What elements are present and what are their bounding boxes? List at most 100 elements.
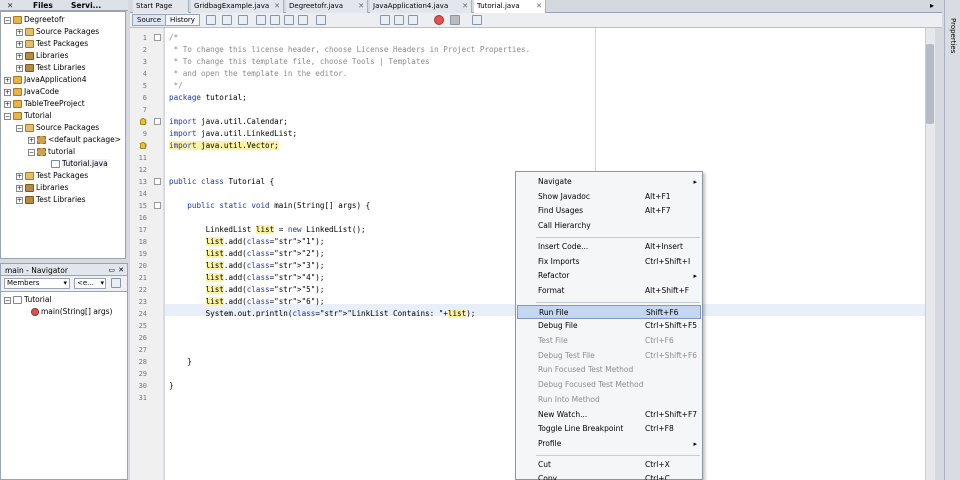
libraries-icon bbox=[25, 64, 34, 72]
menu-item-toggle-line-breakpoint[interactable]: Toggle Line Breakpoint Ctrl+F8 bbox=[517, 422, 701, 436]
menu-item-show-javadoc[interactable]: Show Javadoc Alt+F1 bbox=[517, 190, 701, 204]
collapse-icon[interactable]: − bbox=[4, 112, 11, 120]
menu-item-find-usages[interactable]: Find Usages Alt+F7 bbox=[517, 204, 701, 218]
line-number: 1 bbox=[142, 34, 147, 42]
project-tree-item[interactable]: + JavaApplication4 bbox=[4, 74, 87, 86]
navigator-item-method[interactable]: main(String[] args) bbox=[31, 306, 112, 318]
expand-icon[interactable]: + bbox=[4, 76, 11, 84]
expand-icon[interactable]: + bbox=[4, 88, 11, 96]
project-tree-item[interactable]: − Tutorial bbox=[4, 110, 52, 122]
tab-services[interactable]: Servi... bbox=[68, 0, 104, 11]
editor-tab[interactable]: Degreetofr.java ✕ bbox=[286, 0, 368, 13]
tab-scroll-icon[interactable]: ▸ bbox=[930, 1, 934, 10]
menu-item-label: Copy bbox=[538, 474, 558, 480]
fold-toggle-icon[interactable] bbox=[154, 34, 161, 41]
hint-bulb-icon[interactable] bbox=[140, 142, 146, 149]
close-icon[interactable]: ✕ bbox=[358, 0, 364, 12]
toggle-highlight-icon[interactable] bbox=[298, 15, 308, 25]
project-tree-item[interactable]: − Degreetofr bbox=[4, 14, 65, 26]
editor-tab[interactable]: GridbagExample.java ✕ bbox=[191, 0, 284, 13]
project-icon bbox=[13, 88, 22, 96]
menu-item-label: Show Javadoc bbox=[538, 191, 590, 201]
editor-tab[interactable]: JavaApplication4.java ✕ bbox=[370, 0, 472, 13]
shift-left-icon[interactable] bbox=[380, 15, 390, 25]
menu-item-debug-file[interactable]: Debug File Ctrl+Shift+F5 bbox=[517, 319, 701, 333]
expand-icon[interactable]: + bbox=[16, 172, 23, 180]
expand-icon[interactable]: + bbox=[16, 184, 23, 192]
navigator-options-icon[interactable] bbox=[111, 278, 121, 288]
filter-dropdown[interactable]: <e... ▾ bbox=[74, 278, 106, 289]
stop-macro-icon[interactable] bbox=[450, 15, 460, 25]
menu-item-profile[interactable]: Profile ▸ bbox=[517, 437, 701, 451]
project-tree-item[interactable]: + Test Packages bbox=[16, 38, 88, 50]
find-previous-icon[interactable] bbox=[256, 15, 266, 25]
tab-files[interactable]: Files bbox=[30, 0, 56, 11]
expand-icon[interactable]: + bbox=[16, 52, 23, 60]
menu-item-format[interactable]: Format Alt+Shift+F bbox=[517, 284, 701, 298]
chevron-right-icon: ▸ bbox=[693, 439, 697, 448]
find-next-icon[interactable] bbox=[270, 15, 280, 25]
members-dropdown[interactable]: Members ▾ bbox=[4, 278, 70, 289]
menu-item-shortcut: Ctrl+Shift+F5 bbox=[645, 321, 698, 331]
project-tree-item[interactable]: + <default package> bbox=[28, 134, 121, 146]
menu-item-insert-code[interactable]: Insert Code... Alt+Insert bbox=[517, 240, 701, 254]
scrollbar-thumb[interactable] bbox=[926, 44, 934, 124]
fold-toggle-icon[interactable] bbox=[154, 202, 161, 209]
menu-item-refactor[interactable]: Refactor ▸ bbox=[517, 269, 701, 283]
comment-icon[interactable] bbox=[408, 15, 418, 25]
expand-icon[interactable]: + bbox=[16, 64, 23, 72]
project-tree-item[interactable]: + Test Libraries bbox=[16, 62, 86, 74]
close-icon[interactable]: ✕ bbox=[274, 0, 280, 12]
project-tree-item[interactable]: + Libraries bbox=[16, 50, 68, 62]
expand-icon[interactable]: + bbox=[4, 100, 11, 108]
project-tree-item[interactable]: − tutorial bbox=[28, 146, 75, 158]
collapse-icon[interactable]: − bbox=[28, 148, 35, 156]
project-icon bbox=[13, 112, 22, 120]
expand-icon[interactable]: + bbox=[16, 196, 23, 204]
project-tree-item[interactable]: + Source Packages bbox=[16, 26, 99, 38]
project-tree-item[interactable]: + Test Libraries bbox=[16, 194, 86, 206]
properties-tab[interactable]: Properties bbox=[947, 18, 958, 68]
menu-item-copy[interactable]: Copy Ctrl+C bbox=[517, 472, 701, 480]
project-tree-label: Tutorial bbox=[24, 111, 52, 120]
shift-right-icon[interactable] bbox=[394, 15, 404, 25]
menu-item-cut[interactable]: Cut Ctrl+X bbox=[517, 458, 701, 472]
menu-item-label: Find Usages bbox=[538, 206, 584, 216]
menu-item-fix-imports[interactable]: Fix Imports Ctrl+Shift+I bbox=[517, 255, 701, 269]
line-number: 9 bbox=[142, 130, 147, 138]
close-icon[interactable]: ✕ bbox=[536, 0, 542, 12]
menu-item-navigate[interactable]: Navigate ▸ bbox=[517, 175, 701, 189]
project-tree-item[interactable]: + Test Packages bbox=[16, 170, 88, 182]
source-button[interactable]: Source bbox=[132, 14, 167, 26]
fold-toggle-icon[interactable] bbox=[154, 178, 161, 185]
back-icon[interactable] bbox=[222, 15, 232, 25]
find-selection-icon[interactable] bbox=[284, 15, 294, 25]
menu-item-run-file[interactable]: Run File Shift+F6 bbox=[517, 304, 701, 319]
forward-icon[interactable] bbox=[238, 15, 248, 25]
menu-item-new-watch[interactable]: New Watch... Ctrl+Shift+F7 bbox=[517, 408, 701, 422]
close-icon[interactable]: ✕ bbox=[462, 0, 468, 12]
project-tree-item[interactable]: Tutorial.java bbox=[40, 158, 108, 170]
expand-icon[interactable]: + bbox=[16, 40, 23, 48]
project-tree-item[interactable]: + Libraries bbox=[16, 182, 68, 194]
project-tree-item[interactable]: + JavaCode bbox=[4, 86, 59, 98]
record-macro-icon[interactable] bbox=[434, 15, 444, 25]
collapse-icon[interactable]: − bbox=[4, 16, 11, 24]
collapse-icon[interactable]: − bbox=[16, 124, 23, 132]
collapse-icon[interactable]: − bbox=[4, 296, 11, 304]
toggle-bookmark-icon[interactable] bbox=[316, 15, 326, 25]
last-edit-icon[interactable] bbox=[206, 15, 216, 25]
check-icon[interactable] bbox=[472, 15, 482, 25]
navigator-item-class[interactable]: − Tutorial bbox=[4, 294, 52, 306]
expand-icon[interactable]: + bbox=[28, 136, 35, 144]
history-button[interactable]: History bbox=[165, 14, 200, 26]
menu-item-call-hierarchy[interactable]: Call Hierarchy bbox=[517, 219, 701, 233]
hint-bulb-icon[interactable] bbox=[140, 118, 146, 125]
fold-toggle-icon[interactable] bbox=[154, 118, 161, 125]
project-tree-item[interactable]: + TableTreeProject bbox=[4, 98, 85, 110]
editor-tab[interactable]: Tutorial.java ✕ bbox=[474, 0, 546, 13]
expand-icon[interactable]: + bbox=[16, 28, 23, 36]
editor-tab[interactable]: Start Page bbox=[133, 0, 189, 13]
project-tree-item[interactable]: − Source Packages bbox=[16, 122, 99, 134]
close-icon[interactable]: ✕ bbox=[4, 0, 16, 11]
